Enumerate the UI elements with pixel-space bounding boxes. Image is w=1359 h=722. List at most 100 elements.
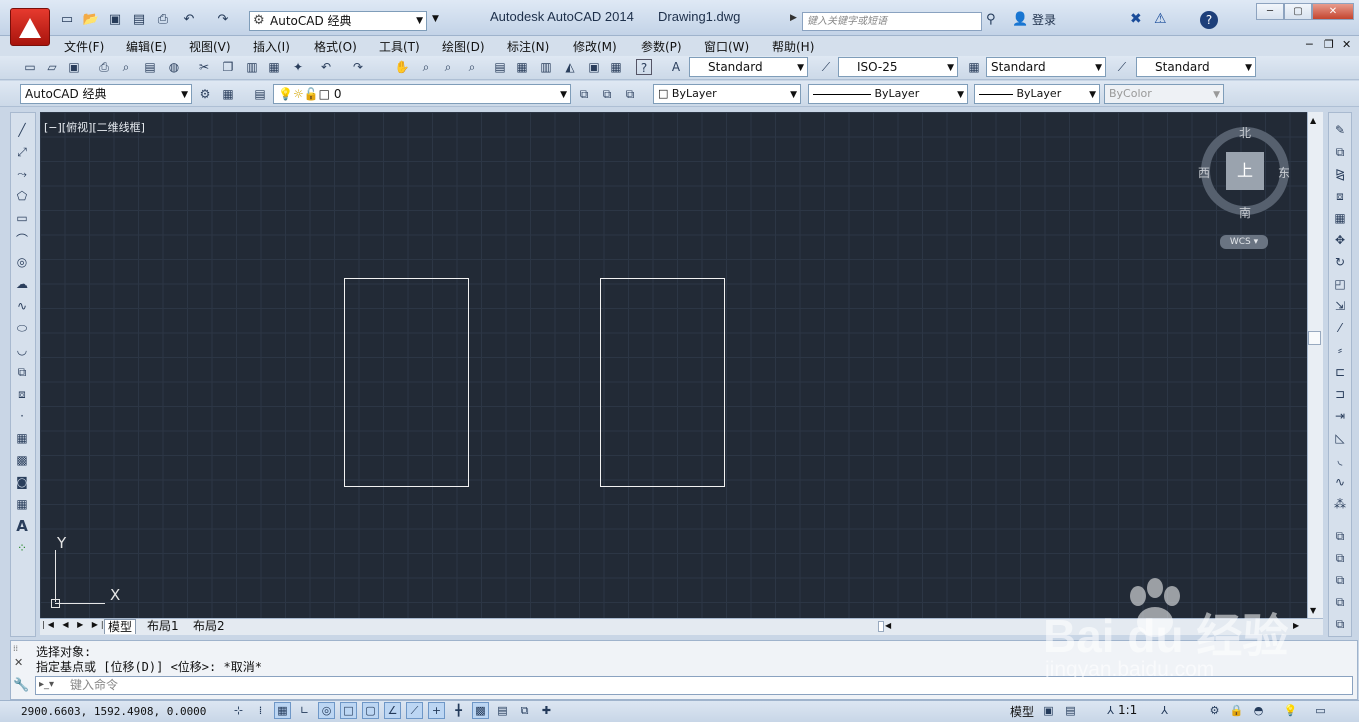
workspace-settings-icon[interactable]: ⚙ bbox=[197, 86, 213, 102]
save-as-icon[interactable]: ▤ bbox=[130, 11, 148, 29]
save-icon[interactable]: ▣ bbox=[106, 11, 124, 29]
text-style-dropdown[interactable]: Standard ▼ bbox=[689, 57, 808, 77]
revision-cloud-icon[interactable]: ☁ bbox=[14, 276, 30, 292]
compass-west[interactable]: 西 bbox=[1198, 164, 1210, 181]
tab-layout1[interactable]: 布局1 bbox=[144, 619, 182, 634]
bring-above-icon[interactable]: ⧉ bbox=[1332, 594, 1348, 610]
stretch-icon[interactable]: ⇲ bbox=[1332, 298, 1348, 314]
paste-icon[interactable]: ▥ bbox=[244, 59, 260, 75]
zoom-realtime-icon[interactable]: ⌕ bbox=[418, 59, 434, 75]
multileader-style-icon[interactable]: ⟋ bbox=[1114, 59, 1130, 75]
menu-format[interactable]: 格式(O) bbox=[314, 38, 357, 55]
customize-qat-icon[interactable]: ▼ bbox=[432, 14, 439, 24]
explode-icon[interactable]: ⁂ bbox=[1332, 496, 1348, 512]
coordinate-readout[interactable]: 2900.6603, 1592.4908, 0.0000 bbox=[21, 705, 206, 718]
workspace-toolbar-dropdown[interactable]: AutoCAD 经典 ▼ bbox=[20, 84, 192, 104]
vertical-scroll-thumb[interactable] bbox=[1308, 331, 1321, 345]
compass-east[interactable]: 东 bbox=[1278, 164, 1290, 181]
grid-display-icon[interactable]: ▦ bbox=[274, 702, 291, 719]
3d-object-snap-icon[interactable]: ▢ bbox=[362, 702, 379, 719]
design-center-icon[interactable]: ▦ bbox=[514, 59, 530, 75]
print-icon[interactable]: ⎙ bbox=[154, 11, 172, 29]
scroll-right-icon[interactable]: ▶ bbox=[1293, 621, 1299, 630]
menu-parametric[interactable]: 参数(P) bbox=[641, 38, 682, 55]
zoom-previous-icon[interactable]: ⌕ bbox=[464, 59, 480, 75]
draw-order-icon[interactable]: ⧉ bbox=[1332, 528, 1348, 544]
send-to-back-icon[interactable]: ⧉ bbox=[1332, 572, 1348, 588]
markup-icon[interactable]: ▣ bbox=[586, 59, 602, 75]
menu-edit[interactable]: 编辑(E) bbox=[126, 38, 167, 55]
layer-previous-icon[interactable]: ⧉ bbox=[599, 86, 615, 102]
make-block-icon[interactable]: ⧈ bbox=[14, 386, 30, 402]
annotation-visibility-icon[interactable]: ⅄ bbox=[1156, 702, 1173, 719]
open-icon[interactable]: ▱ bbox=[44, 59, 60, 75]
insert-block-icon[interactable]: ⧉ bbox=[14, 364, 30, 380]
layer-properties-icon[interactable]: ▤ bbox=[252, 86, 268, 102]
quick-properties-icon[interactable]: ▤ bbox=[494, 702, 511, 719]
compass-north[interactable]: 北 bbox=[1239, 124, 1251, 141]
break-at-point-icon[interactable]: ⊏ bbox=[1332, 364, 1348, 380]
command-prompt-icon[interactable]: ▸_▾ bbox=[39, 679, 54, 690]
ortho-mode-icon[interactable]: ∟ bbox=[296, 702, 313, 719]
move-icon[interactable]: ✥ bbox=[1332, 232, 1348, 248]
multileader-style-dropdown[interactable]: Standard ▼ bbox=[1136, 57, 1256, 77]
menu-window[interactable]: 窗口(W) bbox=[704, 38, 749, 55]
copy-icon[interactable]: ❐ bbox=[220, 59, 236, 75]
undo-icon[interactable]: ↶ bbox=[180, 11, 198, 29]
layer-dropdown[interactable]: 💡☼🔓□ 0 ▼ bbox=[273, 84, 571, 104]
toolbar-lock-icon[interactable]: 🔒 bbox=[1228, 702, 1245, 719]
dim-style-dropdown[interactable]: ISO-25 ▼ bbox=[838, 57, 958, 77]
object-snap-tracking-icon[interactable]: ∠ bbox=[384, 702, 401, 719]
close-window-button[interactable]: ✕ bbox=[1312, 3, 1354, 20]
isolate-objects-icon[interactable]: 💡 bbox=[1282, 702, 1299, 719]
maximize-button[interactable]: ▢ bbox=[1284, 3, 1312, 20]
save-toolbar-icon[interactable]: ▣ bbox=[66, 59, 82, 75]
hardware-acceleration-icon[interactable]: ◓ bbox=[1250, 702, 1267, 719]
construction-line-icon[interactable]: ⤢ bbox=[14, 144, 30, 160]
spline-icon[interactable]: ∿ bbox=[14, 298, 30, 314]
rotate-icon[interactable]: ↻ bbox=[1332, 254, 1348, 270]
tool-palettes-icon[interactable]: ▥ bbox=[538, 59, 554, 75]
workspace-switching-icon[interactable]: ⚙ bbox=[1206, 702, 1223, 719]
arc-icon[interactable]: ⌒ bbox=[14, 232, 30, 248]
block-editor-icon[interactable]: ✦ bbox=[290, 59, 306, 75]
menu-help[interactable]: 帮助(H) bbox=[772, 38, 814, 55]
break-icon[interactable]: ⊐ bbox=[1332, 386, 1348, 402]
region-icon[interactable]: ◙ bbox=[14, 474, 30, 490]
annotation-scale-value[interactable]: 1:1 bbox=[1118, 703, 1137, 717]
multiline-text-icon[interactable]: A bbox=[14, 518, 30, 534]
pan-icon[interactable]: ✋ bbox=[394, 59, 410, 75]
blend-curves-icon[interactable]: ∿ bbox=[1332, 474, 1348, 490]
properties-icon[interactable]: ▤ bbox=[492, 59, 508, 75]
scroll-left-icon[interactable]: ◀ bbox=[885, 621, 891, 630]
gradient-icon[interactable]: ▩ bbox=[14, 452, 30, 468]
calculator-icon[interactable]: ▦ bbox=[608, 59, 624, 75]
menu-file[interactable]: 文件(F) bbox=[64, 38, 104, 55]
table-style-dropdown[interactable]: Standard ▼ bbox=[986, 57, 1106, 77]
redo-toolbar-icon[interactable]: ↷ bbox=[350, 59, 366, 75]
text-style-icon[interactable]: A bbox=[668, 59, 684, 75]
fillet-icon[interactable]: ◟ bbox=[1332, 452, 1348, 468]
lineweight-toggle-icon[interactable]: ╋ bbox=[450, 702, 467, 719]
ellipse-icon[interactable]: ⬭ bbox=[14, 320, 30, 336]
cut-icon[interactable]: ✂ bbox=[196, 59, 212, 75]
erase-icon[interactable]: ✎ bbox=[1332, 122, 1348, 138]
infer-constraints-icon[interactable]: ⊹ bbox=[230, 702, 247, 719]
workspace-dropdown[interactable]: ⚙ AutoCAD 经典 ▼ bbox=[249, 11, 427, 31]
exchange-icon[interactable]: ✖ bbox=[1130, 11, 1142, 27]
ucs-menu-button[interactable]: WCS ▾ bbox=[1220, 235, 1268, 249]
match-properties-icon[interactable]: ▦ bbox=[266, 59, 282, 75]
selection-cycling-icon[interactable]: ⧉ bbox=[516, 702, 533, 719]
scroll-up-icon[interactable]: ▲ bbox=[1310, 116, 1316, 125]
lineweight-dropdown[interactable]: ByLayer ▼ bbox=[974, 84, 1100, 104]
search-expand-icon[interactable]: ▶ bbox=[790, 13, 797, 23]
help-icon[interactable]: ? bbox=[1200, 11, 1218, 29]
customize-icon[interactable]: ▦ bbox=[220, 86, 236, 102]
circle-icon[interactable]: ◎ bbox=[14, 254, 30, 270]
extend-icon[interactable]: ⸗ bbox=[1332, 342, 1348, 358]
zoom-window-icon[interactable]: ⌕ bbox=[440, 59, 456, 75]
line-icon[interactable]: ╱ bbox=[14, 122, 30, 138]
menu-view[interactable]: 视图(V) bbox=[189, 38, 231, 55]
tab-layout2[interactable]: 布局2 bbox=[190, 619, 228, 634]
dynamic-ucs-icon[interactable]: ⟋ bbox=[406, 702, 423, 719]
